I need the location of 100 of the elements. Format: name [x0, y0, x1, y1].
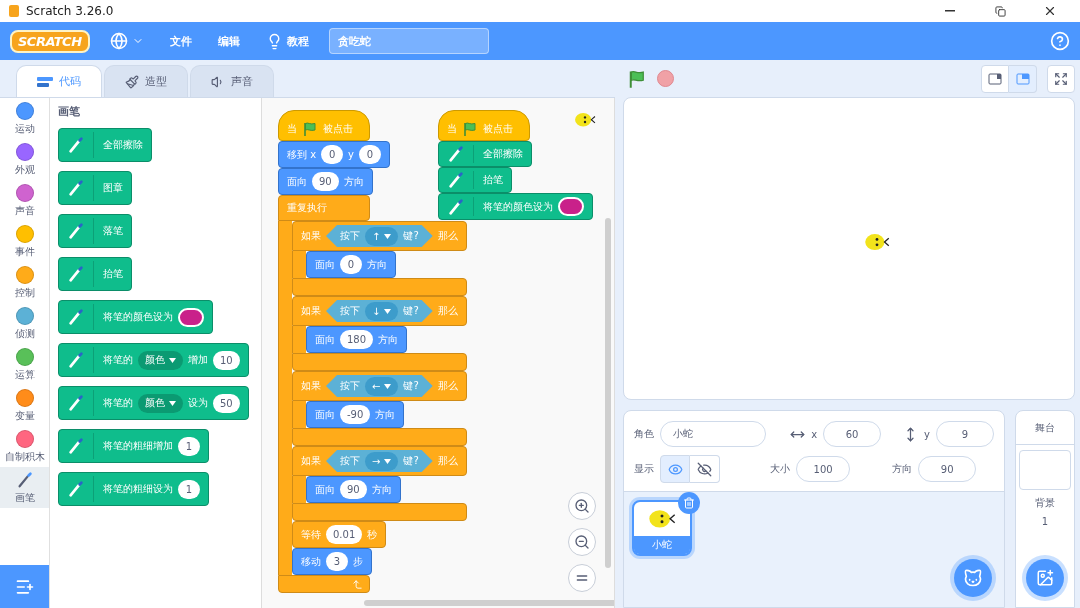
y-field[interactable]: 9 [936, 421, 994, 447]
number-field[interactable]: 0 [321, 145, 344, 164]
block-label: 落笔 [103, 224, 123, 238]
stage-size-button[interactable] [981, 64, 1009, 93]
snake-head-drawing [864, 233, 891, 252]
stage-thumbnail[interactable] [1019, 450, 1071, 490]
number-field[interactable]: 3 [326, 552, 348, 571]
stop-button[interactable] [657, 70, 675, 87]
palette-heading: 画笔 [58, 104, 80, 119]
block-label: 键? [403, 379, 419, 393]
pen-icon [67, 179, 85, 197]
number-field[interactable]: 1 [178, 479, 200, 499]
add-backdrop-button[interactable] [1026, 559, 1064, 597]
editor-tab[interactable]: 造型 [104, 65, 188, 97]
motion-block[interactable]: 面向 0 方向 [306, 251, 396, 278]
block-label: 将笔的 [103, 353, 133, 367]
number-field[interactable]: 180 [340, 330, 374, 349]
block-label: 将笔的粗细增加 [103, 439, 173, 453]
block-label: 当 [447, 122, 457, 136]
show-label: 显示 [634, 462, 655, 476]
brush-icon [125, 74, 139, 89]
number-field[interactable]: 90 [312, 172, 339, 191]
number-field[interactable]: 50 [213, 393, 240, 413]
color-swatch[interactable] [558, 197, 584, 216]
block-label: 那么 [437, 379, 458, 393]
number-field[interactable]: 0 [359, 145, 382, 164]
color-swatch[interactable] [178, 307, 204, 327]
zoom-in-icon [574, 498, 591, 514]
block-label: 那么 [437, 304, 458, 318]
pen-block[interactable]: 将笔的粗细设为 1 [58, 472, 209, 506]
flag-icon [462, 121, 478, 137]
motion-block[interactable]: 面向 90 方向 [306, 476, 401, 503]
number-field[interactable]: -90 [340, 405, 371, 424]
motion-block[interactable]: 面向 180 方向 [306, 326, 408, 353]
block-label: 抬笔 [103, 267, 123, 281]
block-dropdown[interactable]: 颜色 [138, 393, 183, 413]
number-field[interactable]: 90 [340, 480, 367, 499]
x-label: x [811, 428, 818, 440]
number-field[interactable]: 0.01 [326, 525, 363, 544]
block-dropdown[interactable]: 颜色 [138, 350, 183, 370]
number-field[interactable]: 1 [178, 436, 200, 456]
y-label: y [924, 428, 930, 440]
delete-button[interactable] [678, 492, 701, 514]
block-label: 将笔的颜色设为 [483, 199, 553, 214]
category-item[interactable]: 画笔 [0, 467, 49, 508]
help-icon[interactable] [1050, 31, 1070, 51]
zoom-out-button[interactable] [568, 528, 597, 556]
direction-field[interactable]: 90 [918, 456, 977, 482]
block-label: 设为 [188, 396, 208, 410]
close-icon [1043, 4, 1057, 18]
motion-block[interactable]: 面向 90 方向 [278, 168, 373, 195]
number-field[interactable]: 0 [340, 255, 362, 274]
stage-panel-title: 舞台 [1016, 411, 1074, 445]
hide-button[interactable] [690, 455, 721, 483]
pen-block[interactable]: 将笔的 颜色 增加 10 [58, 343, 249, 377]
reset-zoom-button[interactable] [568, 564, 597, 592]
number-field[interactable]: 10 [213, 350, 240, 370]
x-field[interactable]: 60 [823, 421, 882, 447]
block-label: 键? [403, 454, 419, 468]
add-sprite-button[interactable] [954, 559, 992, 597]
scrollbar[interactable] [364, 600, 615, 606]
pen-icon [67, 308, 85, 326]
block-label: 被点击 [323, 122, 353, 136]
zoom-in-button[interactable] [568, 492, 597, 520]
editor-tab[interactable]: 声音 [190, 65, 274, 97]
restore-icon [994, 5, 1006, 17]
block-label: 将笔的颜色设为 [103, 310, 173, 324]
pen-icon [67, 136, 85, 154]
block-label: 按下 [340, 454, 360, 468]
fullscreen-button[interactable] [1047, 64, 1075, 93]
control-block[interactable]: 等待 0.01 秒 [292, 521, 387, 548]
pen-block[interactable]: 将笔的 颜色 设为 50 [58, 386, 249, 420]
block-label: 方向 [367, 257, 387, 272]
motion-block[interactable]: 移动 3 步 [292, 548, 372, 575]
pen-icon [67, 437, 85, 455]
size-field[interactable]: 100 [796, 456, 851, 482]
show-button[interactable] [660, 455, 691, 483]
snake-head-drawing [648, 509, 677, 529]
snake-head-drawing [574, 112, 597, 128]
pen-block[interactable]: 将笔的粗细增加 1 [58, 429, 209, 463]
block-label: 面向 [315, 332, 335, 347]
sprite-name-field[interactable]: 小蛇 [660, 421, 767, 447]
block-label: 移到 x [287, 147, 317, 162]
block-label: 抬笔 [483, 173, 503, 187]
pen-icon [15, 470, 34, 489]
zoom-out-icon [574, 534, 591, 550]
block-label: 将笔的粗细设为 [103, 482, 173, 496]
add-extension-button[interactable] [0, 565, 49, 608]
pen-icon [67, 351, 85, 369]
size-label: 大小 [770, 462, 791, 476]
motion-block[interactable]: 移到 x 0 y 0 [278, 141, 391, 168]
block-label: 面向 [315, 407, 335, 422]
block-label: 按下 [340, 304, 360, 318]
motion-block[interactable]: 面向 -90 方向 [306, 401, 405, 428]
backdrop-count: 1 [1041, 516, 1049, 527]
block-label: 那么 [437, 454, 458, 468]
scrollbar[interactable] [605, 218, 612, 568]
small-stage-icon [988, 72, 1002, 85]
block-label: 等待 [301, 527, 321, 542]
block-label: 方向 [343, 174, 364, 189]
